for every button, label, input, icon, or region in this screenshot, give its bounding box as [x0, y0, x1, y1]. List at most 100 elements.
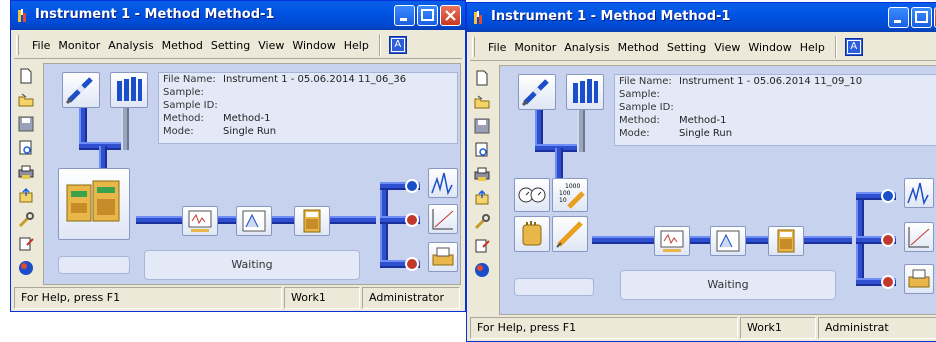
close-icon [445, 10, 456, 21]
title-bar[interactable]: Instrument 1 - Method Method-1 [467, 3, 936, 32]
menu-monitor[interactable]: Monitor [54, 39, 104, 52]
open-folder-icon[interactable] [17, 91, 35, 109]
window-title: Instrument 1 - Method Method-1 [491, 9, 731, 24]
menu-monitor[interactable]: Monitor [510, 41, 560, 54]
column-icon[interactable] [566, 74, 604, 110]
instrument-icon[interactable] [58, 168, 130, 240]
help-icon-button[interactable]: A [388, 36, 407, 54]
tools-icon[interactable] [17, 211, 35, 229]
menu-analysis[interactable]: Analysis [560, 41, 613, 54]
help-icon-button[interactable]: A [844, 38, 863, 56]
calculator-icon[interactable] [294, 206, 330, 236]
integration-icon[interactable] [236, 206, 272, 236]
syringe-icon[interactable] [552, 216, 588, 252]
progress-panel [58, 256, 130, 274]
chromatogram-icon[interactable] [428, 168, 458, 198]
sample-value [219, 86, 223, 99]
menu-bar: File Monitor Analysis Method Setting Vie… [14, 31, 462, 59]
pipe [555, 148, 563, 182]
title-bar[interactable]: Instrument 1 - Method Method-1 [11, 1, 465, 30]
instrument-canvas: File Name: Instrument 1 - 05.06.2014 11_0… [499, 65, 936, 315]
valve-icon [405, 257, 419, 271]
menu-grip[interactable] [16, 35, 19, 55]
tools-icon[interactable] [473, 213, 491, 231]
menu-method[interactable]: Method [614, 41, 663, 54]
new-file-icon[interactable] [473, 69, 491, 87]
status-user: Administrator [362, 287, 460, 309]
edit-report-icon[interactable] [473, 237, 491, 255]
menu-separator [834, 36, 837, 58]
new-file-icon[interactable] [17, 67, 35, 85]
chromatogram-icon[interactable] [904, 178, 934, 208]
window-title: Instrument 1 - Method Method-1 [35, 7, 275, 22]
export-icon[interactable] [473, 189, 491, 207]
injector-icon[interactable] [518, 74, 556, 110]
maximize-button[interactable] [911, 7, 932, 28]
sample-value [675, 88, 679, 101]
network-icon[interactable] [473, 261, 491, 279]
minimize-button[interactable] [394, 5, 415, 26]
network-icon[interactable] [17, 259, 35, 277]
print-icon[interactable] [473, 165, 491, 183]
run-info-panel: File Name: Instrument 1 - 05.06.2014 11_0… [614, 74, 936, 146]
file-name-label: File Name: [163, 74, 216, 85]
pipe [380, 182, 388, 268]
maximize-button[interactable] [417, 5, 438, 26]
sample-id-label: Sample ID: [619, 102, 674, 113]
file-name-label: File Name: [619, 76, 672, 87]
file-name-value: Instrument 1 - 05.06.2014 11_09_10 [679, 76, 863, 87]
report-print-icon[interactable] [904, 264, 934, 294]
counter-icon[interactable]: 1000 100 10 [552, 178, 588, 212]
column-icon[interactable] [110, 72, 148, 108]
edit-report-icon[interactable] [17, 235, 35, 253]
progress-panel [514, 278, 594, 296]
print-preview-icon[interactable] [473, 141, 491, 159]
app-icon [474, 11, 482, 24]
menu-window[interactable]: Window [744, 41, 795, 54]
menu-setting[interactable]: Setting [207, 39, 254, 52]
side-toolbar [14, 61, 38, 285]
open-folder-icon[interactable] [473, 93, 491, 111]
save-icon[interactable] [17, 115, 35, 133]
sample-label: Sample: [619, 89, 660, 100]
menu-help[interactable]: Help [340, 39, 373, 52]
close-button[interactable] [440, 5, 461, 26]
minimize-button[interactable] [888, 7, 909, 28]
calibration-curve-icon[interactable] [428, 204, 458, 234]
detector-monitor-icon[interactable] [654, 226, 690, 256]
mode-value: Single Run [679, 128, 733, 139]
calibration-curve-icon[interactable] [904, 222, 934, 252]
valve-icon [405, 179, 419, 193]
menu-view[interactable]: View [710, 41, 744, 54]
save-icon[interactable] [473, 117, 491, 135]
sample-id-value [219, 99, 223, 112]
sample-id-label: Sample ID: [163, 100, 218, 111]
menu-method[interactable]: Method [158, 39, 207, 52]
minimize-icon [894, 20, 901, 23]
report-print-icon[interactable] [428, 242, 458, 272]
pipe [577, 106, 585, 152]
status-help: For Help, press F1 [470, 317, 738, 339]
maximize-icon [915, 11, 928, 23]
detector-monitor-icon[interactable] [182, 206, 218, 236]
menu-file[interactable]: File [28, 39, 54, 52]
export-icon[interactable] [17, 187, 35, 205]
sample-label: Sample: [163, 87, 204, 98]
menu-help[interactable]: Help [796, 41, 829, 54]
calculator-icon[interactable] [768, 226, 804, 256]
print-preview-icon[interactable] [17, 139, 35, 157]
print-icon[interactable] [17, 163, 35, 181]
menu-file[interactable]: File [484, 41, 510, 54]
mode-label: Mode: [619, 128, 650, 139]
menu-setting[interactable]: Setting [663, 41, 710, 54]
sampler-hand-icon[interactable] [514, 216, 550, 252]
menu-grip[interactable] [472, 37, 475, 57]
menu-window[interactable]: Window [288, 39, 339, 52]
injector-icon[interactable] [62, 72, 100, 108]
integration-icon[interactable] [710, 226, 746, 256]
valve-icon [881, 275, 895, 289]
menu-analysis[interactable]: Analysis [104, 39, 157, 52]
menu-view[interactable]: View [254, 39, 288, 52]
timer-icon[interactable] [514, 178, 550, 212]
run-status-text: Waiting [231, 258, 273, 271]
